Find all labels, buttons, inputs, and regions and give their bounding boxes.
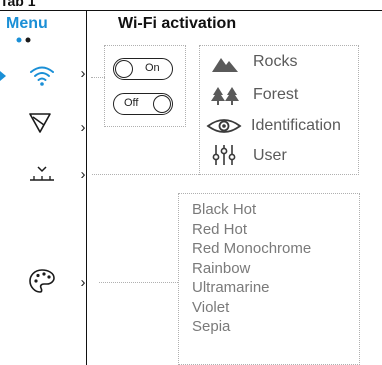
toggle-off-label: Off (124, 97, 139, 109)
palette-item[interactable]: Black Hot (192, 200, 311, 220)
toggle-knob (115, 60, 133, 78)
palette-item[interactable]: Ultramarine (192, 278, 311, 298)
user-sliders-icon (212, 145, 236, 165)
connector-line (91, 77, 105, 78)
row-chevron[interactable]: › (78, 65, 88, 82)
palette-icon[interactable] (28, 268, 56, 294)
menu-label: Menu (6, 15, 48, 32)
row-chevron[interactable]: › (78, 274, 88, 291)
mode-label[interactable]: Identification (251, 117, 341, 135)
toggle-on-label: On (145, 62, 160, 74)
horizon-calibration-icon[interactable] (28, 162, 56, 184)
palette-item[interactable]: Red Monochrome (192, 239, 311, 259)
panel-title: Wi-Fi activation (118, 15, 237, 32)
header-divider (0, 10, 382, 11)
cut-off-heading: Tab 1 (0, 0, 36, 9)
connector-line (99, 282, 178, 283)
wifi-toggle-on[interactable]: On (113, 58, 173, 80)
selected-indicator (0, 71, 6, 81)
wifi-toggle-off[interactable]: Off (113, 93, 173, 115)
wifi-icon[interactable] (28, 62, 56, 88)
palette-item[interactable]: Rainbow (192, 259, 311, 279)
toggle-knob (153, 95, 171, 113)
mode-label[interactable]: Forest (253, 86, 298, 104)
row-chevron[interactable]: › (78, 166, 88, 183)
row-chevron[interactable]: › (78, 119, 88, 136)
palette-item[interactable]: Violet (192, 298, 311, 318)
palette-list: Black Hot Red Hot Red Monochrome Rainbow… (192, 200, 311, 337)
forest-icon (211, 87, 239, 105)
mode-label[interactable]: User (253, 147, 287, 165)
menu-dots-icon (16, 37, 31, 43)
rocks-icon (212, 58, 238, 72)
palette-item[interactable]: Sepia (192, 317, 311, 337)
menu-divider (86, 10, 87, 365)
mode-label[interactable]: Rocks (253, 53, 297, 71)
identification-eye-icon (206, 119, 242, 133)
palette-item[interactable]: Red Hot (192, 220, 311, 240)
triangle-filter-icon[interactable] (28, 111, 52, 135)
connector-line (92, 174, 199, 175)
